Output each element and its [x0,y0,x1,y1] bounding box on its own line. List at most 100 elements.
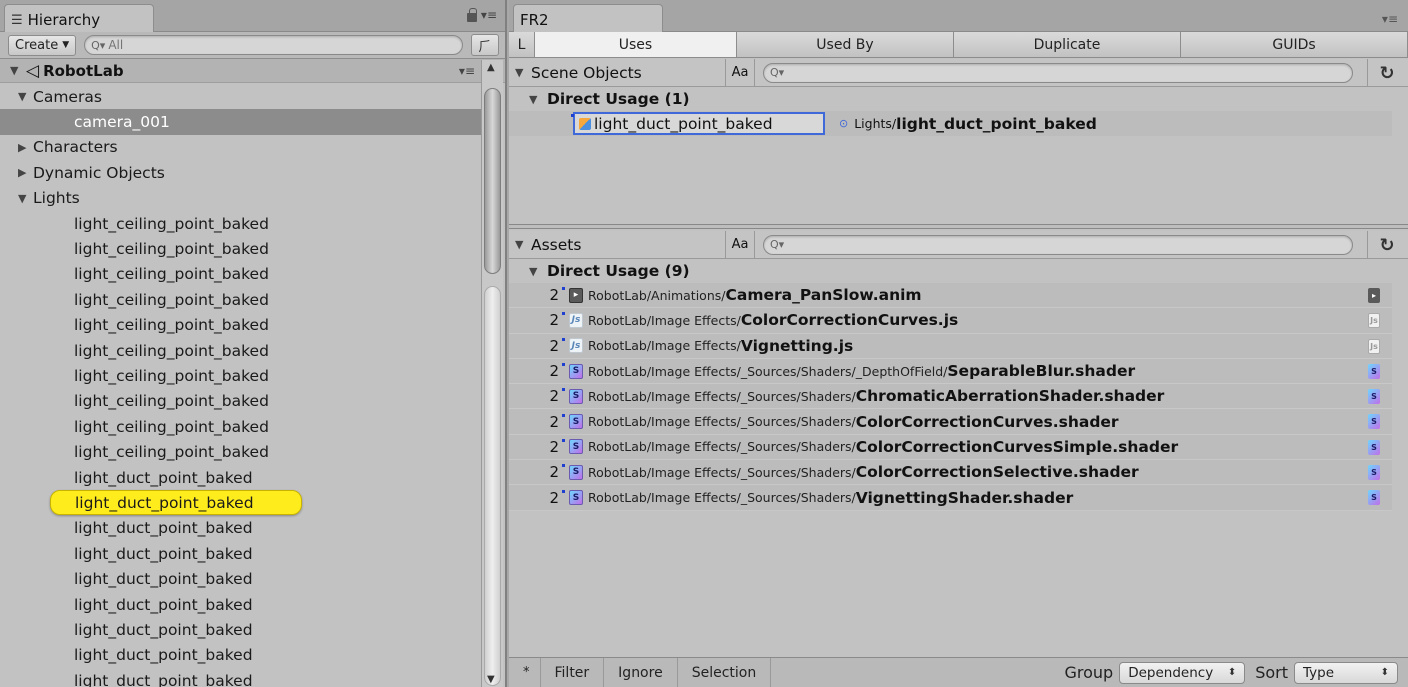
asset-row[interactable]: 2 S RobotLab/Image Effects/_Sources/Shader… [509,434,1392,461]
asset-row[interactable]: 2 S RobotLab/Image Effects/_Sources/Shader… [509,485,1392,511]
expanded-triangle-icon[interactable]: ▼ [18,90,30,103]
hierarchy-row[interactable]: ▼ Cameras [0,84,482,109]
asset-path: RobotLab/Image Effects/_Sources/Shaders/ [588,439,856,455]
usage-count: 2 [509,463,565,481]
hierarchy-tab[interactable]: ☰ Hierarchy [4,4,154,32]
hierarchy-row[interactable]: light_ceiling_point_baked [0,439,482,464]
hierarchy-row[interactable]: light_ceiling_point_baked [0,313,482,338]
section-splitter[interactable] [509,224,1408,229]
hierarchy-row[interactable]: light_ceiling_point_baked [0,262,482,287]
group-label: Direct Usage (9) [547,262,690,280]
hierarchy-row[interactable]: light_duct_point_baked [0,541,482,566]
scrollbar-track[interactable] [484,286,501,686]
scene-object-field[interactable]: light_duct_point_baked [571,112,825,135]
js-type-icon[interactable]: Js [1368,313,1380,329]
usage-count: 2 [509,387,565,405]
shader-type-icon[interactable]: S [1368,414,1380,430]
js-type-icon[interactable]: Js [1368,338,1380,354]
collapse-triangle-icon[interactable]: ▼ [529,265,541,278]
hierarchy-row[interactable]: camera_001 [0,109,482,135]
lock-icon[interactable] [466,7,477,22]
tab-used-by[interactable]: Used By [737,32,954,57]
hierarchy-row[interactable]: light_ceiling_point_baked [0,236,482,261]
hierarchy-row[interactable]: light_ceiling_point_baked [0,363,482,388]
refresh-icon[interactable]: ↻ [1374,62,1400,84]
scene-search-box[interactable]: Q▾ [763,62,1353,83]
collapsed-triangle-icon[interactable]: ▶ [18,141,30,154]
selection-button[interactable]: Selection [678,657,772,687]
match-case-button[interactable]: Aa [725,230,755,259]
hierarchy-row[interactable]: light_duct_point_baked [0,516,482,541]
ping-target-icon[interactable]: ⊙ [839,117,848,130]
shader-file-icon: S [569,439,583,455]
asset-row[interactable]: 2 Js RobotLab/Image Effects/ColorCorrectio… [509,308,1392,334]
collapsed-triangle-icon[interactable]: ▶ [18,166,30,179]
tab-uses[interactable]: Uses [535,32,737,57]
hierarchy-row[interactable]: light_ceiling_point_baked [0,389,482,414]
scroll-up-icon[interactable]: ▲ [487,62,495,73]
group-dropdown[interactable]: Dependency ⬍ [1119,661,1246,684]
tab-guids[interactable]: GUIDs [1181,32,1408,57]
shader-file-icon: S [569,490,583,506]
sort-dropdown[interactable]: Type ⬍ [1294,661,1398,684]
hierarchy-search-box[interactable]: Q▾ [84,35,463,55]
scroll-down-icon[interactable]: ▼ [487,674,495,685]
collapse-triangle-icon[interactable]: ▼ [515,238,527,251]
hierarchy-row[interactable]: light_duct_point_baked [0,617,482,642]
hierarchy-row[interactable]: ▶ Characters [0,135,482,160]
hierarchy-row[interactable]: light_ceiling_point_baked [0,287,482,312]
star-button[interactable]: * [509,657,541,687]
collapse-triangle-icon[interactable]: ▼ [529,93,541,106]
collapse-triangle-icon[interactable]: ▼ [515,66,527,79]
match-case-button[interactable]: Aa [725,58,755,87]
hierarchy-row[interactable]: ▶ Dynamic Objects [0,160,482,185]
shader-type-icon[interactable]: S [1368,490,1380,506]
scene-objects-label: Scene Objects [531,63,642,82]
hierarchy-row[interactable]: light_ceiling_point_baked [0,211,482,236]
hierarchy-row[interactable]: light_duct_point_baked [0,592,482,617]
window-menu-icon[interactable]: ▾≡ [1382,12,1398,26]
hierarchy-row[interactable]: light_duct_point_baked [0,465,482,490]
hierarchy-row[interactable]: light_duct_point_baked [0,566,482,591]
shader-type-icon[interactable]: S [1368,465,1380,481]
scene-filter-button[interactable]: ⺁ [471,34,499,56]
hierarchy-search-input[interactable] [108,38,456,52]
hierarchy-row[interactable]: light_duct_point_baked [0,668,482,687]
shader-type-icon[interactable]: S [1368,389,1380,405]
tab-duplicate[interactable]: Duplicate [954,32,1181,57]
ignore-button[interactable]: Ignore [604,657,678,687]
asset-row[interactable]: 2 S RobotLab/Image Effects/_Sources/Shader… [509,358,1392,385]
window-menu-icon[interactable]: ▾≡ [481,8,497,22]
asset-row[interactable]: 2 Js RobotLab/Image Effects/Vignetting.js J… [509,333,1392,359]
hierarchy-row[interactable]: light_duct_point_baked [0,643,482,668]
scrollbar-thumb[interactable] [484,88,501,274]
hierarchy-row[interactable]: light_duct_point_baked [0,490,482,516]
shader-type-icon[interactable]: S [1368,363,1380,379]
assets-search-input[interactable] [787,237,1346,252]
hierarchy-row[interactable]: light_ceiling_point_baked [0,338,482,363]
hierarchy-scrollbar[interactable]: ▲ ▼ [481,60,503,687]
refresh-icon[interactable]: ↻ [1374,234,1400,256]
asset-row[interactable]: 2 S RobotLab/Image Effects/_Sources/Shader… [509,384,1392,410]
expanded-triangle-icon[interactable]: ▼ [18,192,30,205]
scene-search-input[interactable] [787,65,1346,80]
scene-menu-icon[interactable]: ▾≡ [459,64,475,78]
fr2-tab[interactable]: FR2 [513,4,663,32]
js-file-icon: Js [569,338,583,354]
hierarchy-row[interactable]: light_ceiling_point_baked [0,414,482,439]
asset-row[interactable]: 2 S RobotLab/Image Effects/_Sources/Shader… [509,409,1392,435]
asset-row[interactable]: 2 ▸ RobotLab/Animations/Camera_PanSlow.ani… [509,283,1392,309]
scene-object-row[interactable]: light_duct_point_baked ⊙ Lights/ light_d… [509,111,1392,136]
hierarchy-row[interactable]: ▼ Lights [0,186,482,211]
filter-button[interactable]: Filter [541,657,605,687]
assets-search-box[interactable]: Q▾ [763,234,1353,255]
scene-root-row[interactable]: ▼ ◁ RobotLab ▾≡ [0,59,505,83]
assets-direct-usage-group[interactable]: ▼ Direct Usage (9) [509,259,1408,283]
tab-l[interactable]: L [509,32,535,57]
asset-row[interactable]: 2 S RobotLab/Image Effects/_Sources/Shader… [509,460,1392,486]
expand-triangle-icon[interactable]: ▼ [10,64,22,77]
create-button[interactable]: Create ▼ [8,34,77,56]
anim-type-icon[interactable]: ▸ [1368,288,1380,303]
scene-direct-usage-group[interactable]: ▼ Direct Usage (1) [509,87,1408,111]
shader-type-icon[interactable]: S [1368,439,1380,455]
